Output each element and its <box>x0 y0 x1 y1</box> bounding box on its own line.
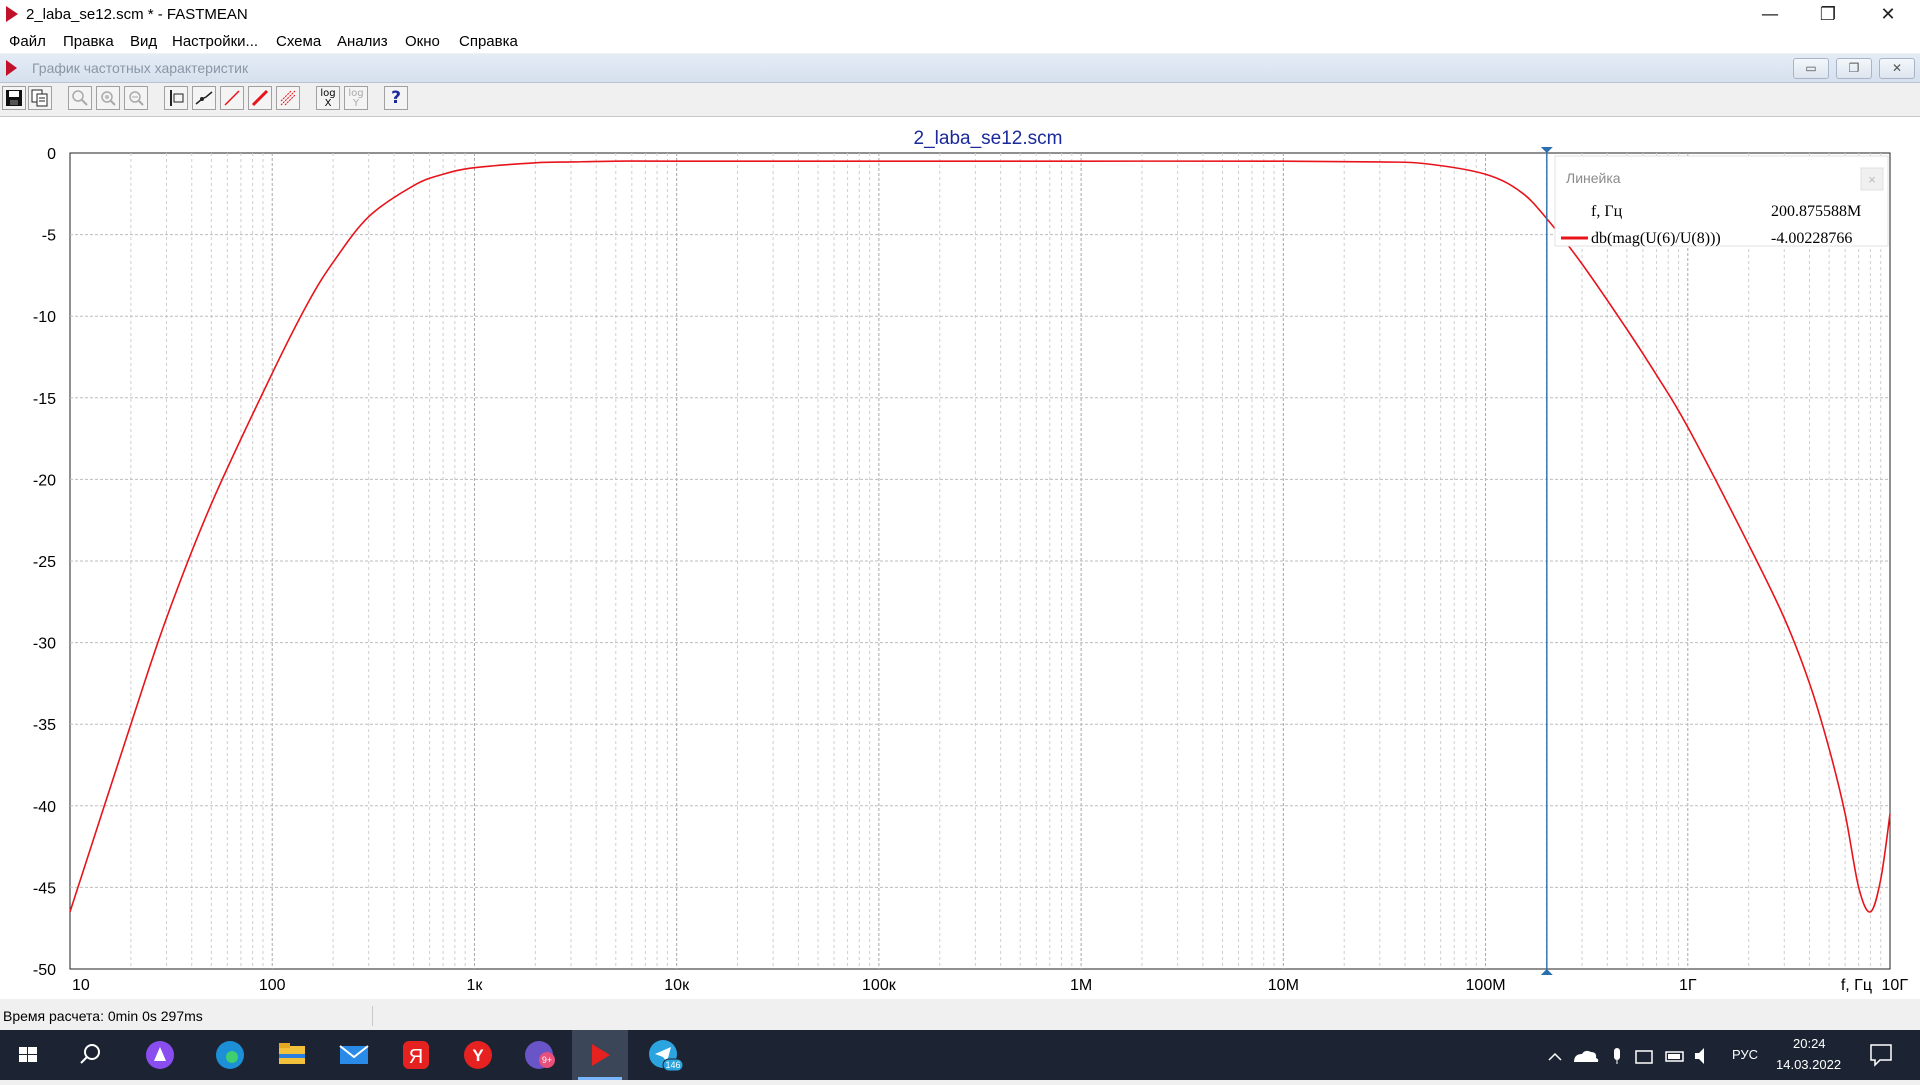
tray-chevron-icon[interactable] <box>1548 1052 1562 1061</box>
y-tick-label: 0 <box>47 146 56 163</box>
fastmean-icon[interactable] <box>572 1030 628 1080</box>
chart-window-icon <box>6 60 17 76</box>
menu-schema[interactable]: Схема <box>276 33 321 50</box>
explorer-icon[interactable] <box>264 1030 320 1080</box>
cursor-top-marker <box>1540 147 1553 153</box>
badge-count-9: 9+ <box>542 1055 552 1065</box>
menu-window[interactable]: Окно <box>405 33 440 50</box>
red-line-icon[interactable] <box>248 86 272 110</box>
x-tick-label: 10М <box>1268 977 1299 994</box>
save-icon[interactable] <box>2 86 26 110</box>
clock-date[interactable]: 14.03.2022 <box>1776 1057 1841 1072</box>
menu-help[interactable]: Справка <box>459 33 518 50</box>
log-x-icon[interactable]: log X <box>316 86 340 110</box>
menu-settings[interactable]: Настройки... <box>172 33 258 50</box>
app-badge-icon[interactable]: 9+ <box>512 1030 568 1080</box>
x-tick-label: 10к <box>664 977 690 994</box>
taskbar: Я Y 9+ 146 РУС 20:24 14.03.2022 <box>0 1030 1920 1080</box>
child-minimize-button[interactable]: ▭ <box>1793 58 1829 79</box>
child-window-titlebar: График частотных характеристик ▭ ❐ ✕ <box>0 54 1920 83</box>
windows-start-icon[interactable] <box>0 1030 56 1080</box>
child-restore-button[interactable]: ❐ <box>1836 58 1872 79</box>
menu-file[interactable]: Файл <box>9 33 46 50</box>
edge-icon[interactable] <box>202 1030 258 1080</box>
cursor-icon[interactable] <box>164 86 188 110</box>
toolbar: log X log Y ? <box>0 83 1920 117</box>
mail-icon[interactable] <box>326 1030 382 1080</box>
child-window-title: График частотных характеристик <box>32 60 249 76</box>
volume-icon[interactable] <box>1695 1048 1704 1064</box>
ruler-trace-label: db(mag(U(6)/U(8))) <box>1591 230 1721 247</box>
yandex-browser-icon[interactable]: Y <box>450 1030 506 1080</box>
microphone-icon[interactable] <box>1614 1048 1620 1060</box>
y-tick-label: -25 <box>33 554 56 571</box>
ruler-freq-value: 200.875588M <box>1771 203 1861 220</box>
log-y-icon[interactable]: log Y <box>344 86 368 110</box>
calc-time-status: Время расчета: 0min 0s 297ms <box>3 1008 203 1024</box>
x-axis-label: f, Гц <box>1841 977 1872 994</box>
y-tick-label: -50 <box>33 962 56 979</box>
plot-area: 2_laba_se12.scm 0 -5 -10 -15 -20 -25 -30 -35 -40… <box>0 117 1920 999</box>
window-title: 2_laba_se12.scm * - FASTMEAN <box>26 6 248 23</box>
copy-icon[interactable] <box>28 86 52 110</box>
svg-text:Я: Я <box>409 1046 423 1068</box>
menu-view[interactable]: Вид <box>130 33 157 50</box>
badge-count-146: 146 <box>665 1060 680 1070</box>
close-button[interactable]: ✕ <box>1860 0 1916 30</box>
ruler-panel[interactable]: Линейка × f, Гц 200.875588M db(mag(U(6)/… <box>1554 155 1889 247</box>
x-tick-label: 10Г <box>1882 977 1909 994</box>
y-tick-label: -45 <box>33 880 56 897</box>
close-icon: × <box>1868 172 1876 187</box>
title-bar: 2_laba_se12.scm * - FASTMEAN — ❐ ✕ <box>0 0 1920 30</box>
frequency-response-chart[interactable]: 2_laba_se12.scm 0 -5 -10 -15 -20 -25 -30 -35 -40… <box>0 117 1920 999</box>
search-icon[interactable] <box>62 1030 118 1080</box>
y-tick-label: -35 <box>33 717 56 734</box>
ruler-title: Линейка <box>1566 170 1621 186</box>
svg-text:Y: Y <box>472 1046 484 1065</box>
y-tick-label: -5 <box>42 228 56 245</box>
ruler-trace-value: -4.00228766 <box>1771 230 1852 247</box>
zoom-out-icon[interactable] <box>124 86 148 110</box>
chart-title: 2_laba_se12.scm <box>914 128 1063 149</box>
y-tick-label: -20 <box>33 472 56 489</box>
telegram-icon[interactable]: 146 <box>636 1030 692 1080</box>
clock-time[interactable]: 20:24 <box>1793 1036 1826 1051</box>
x-tick-label: 1Г <box>1679 977 1697 994</box>
yandex-icon[interactable]: Я <box>388 1030 444 1080</box>
child-close-button[interactable]: ✕ <box>1879 58 1915 79</box>
x-tick-label: 10 <box>72 977 90 994</box>
help-icon[interactable]: ? <box>384 86 408 110</box>
alice-icon[interactable] <box>132 1030 188 1080</box>
cursor-bottom-marker <box>1540 969 1553 975</box>
line-icon[interactable] <box>220 86 244 110</box>
x-tick-label: 100М <box>1466 977 1506 994</box>
zoom-icon[interactable] <box>68 86 92 110</box>
trace-icon[interactable] <box>192 86 216 110</box>
fastmean-app-icon <box>6 6 18 22</box>
notifications-icon[interactable] <box>1868 1042 1894 1068</box>
status-separator <box>372 1006 373 1026</box>
system-tray <box>1548 1048 1704 1064</box>
zoom-in-icon[interactable] <box>96 86 120 110</box>
status-bar: Время расчета: 0min 0s 297ms <box>0 1000 1920 1030</box>
menu-analysis[interactable]: Анализ <box>337 33 388 50</box>
x-tick-label: 100к <box>862 977 897 994</box>
language-indicator[interactable]: РУС <box>1732 1047 1758 1062</box>
grid-icon[interactable] <box>276 86 300 110</box>
maximize-button[interactable]: ❐ <box>1800 0 1856 30</box>
y-tick-label: -10 <box>33 309 56 326</box>
y-tick-label: -15 <box>33 391 56 408</box>
ruler-freq-label: f, Гц <box>1591 203 1623 220</box>
x-tick-label: 1М <box>1070 977 1092 994</box>
y-tick-label: -40 <box>33 799 56 816</box>
cloud-icon[interactable] <box>1574 1050 1599 1062</box>
menu-bar: Файл Правка Вид Настройки... Схема Анали… <box>0 30 1920 53</box>
network-icon[interactable] <box>1635 1050 1653 1064</box>
y-tick-label: -30 <box>33 636 56 653</box>
x-tick-label: 1к <box>466 977 483 994</box>
menu-edit[interactable]: Правка <box>63 33 114 50</box>
minimize-button[interactable]: — <box>1742 0 1798 30</box>
x-tick-label: 100 <box>259 977 286 994</box>
